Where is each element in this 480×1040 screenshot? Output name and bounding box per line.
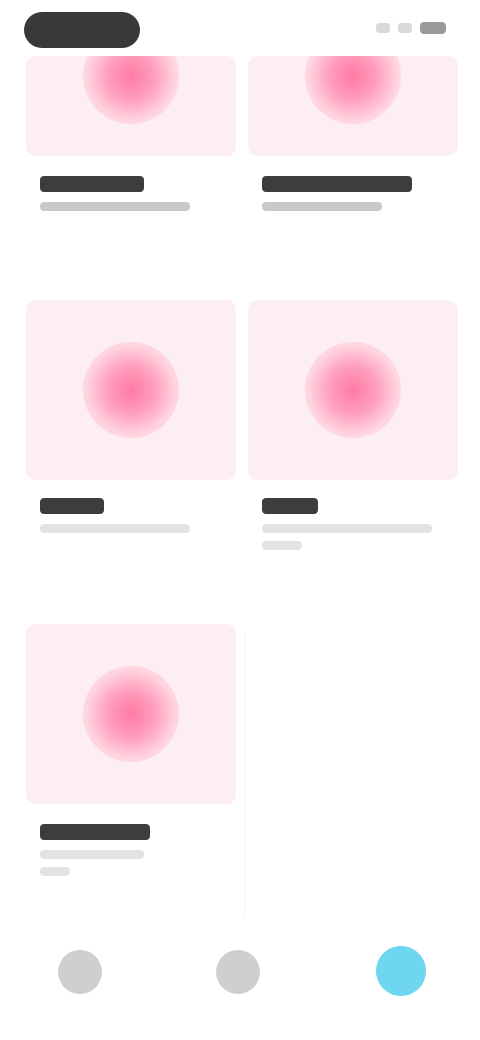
card-4[interactable] xyxy=(248,300,458,610)
status-bar xyxy=(0,0,480,56)
signal-icon xyxy=(376,23,390,33)
profile-icon[interactable] xyxy=(376,946,426,996)
card-5[interactable] xyxy=(26,624,236,924)
card-2[interactable] xyxy=(248,56,458,286)
card-thumbnail xyxy=(248,56,458,156)
pink-blob-icon xyxy=(83,342,179,438)
card-thumbnail xyxy=(26,56,236,156)
card-title xyxy=(40,176,144,192)
card-thumbnail xyxy=(248,300,458,480)
wifi-icon xyxy=(398,23,412,33)
card-subtitle-line2 xyxy=(262,541,302,550)
battery-icon xyxy=(420,22,446,34)
pink-blob-icon xyxy=(305,342,401,438)
card-grid xyxy=(0,56,480,932)
card-subtitle xyxy=(40,850,144,859)
bottom-nav xyxy=(0,916,480,1040)
pink-blob-icon xyxy=(83,56,179,124)
card-title xyxy=(262,498,318,514)
card-thumbnail xyxy=(26,624,236,804)
card-title xyxy=(40,498,104,514)
card-thumbnail xyxy=(26,300,236,480)
system-icons xyxy=(376,22,446,34)
pink-blob-icon xyxy=(305,56,401,124)
card-title xyxy=(262,176,412,192)
card-3[interactable] xyxy=(26,300,236,610)
card-subtitle xyxy=(262,202,382,211)
card-subtitle xyxy=(262,524,432,533)
card-title xyxy=(40,824,150,840)
card-subtitle-line2 xyxy=(40,867,70,876)
empty-grid-slot xyxy=(244,632,469,932)
home-icon[interactable] xyxy=(58,950,102,994)
card-subtitle xyxy=(40,524,190,533)
card-1[interactable] xyxy=(26,56,236,286)
pink-blob-icon xyxy=(83,666,179,762)
grid-icon[interactable] xyxy=(216,950,260,994)
time-pill xyxy=(24,12,140,48)
card-subtitle xyxy=(40,202,190,211)
